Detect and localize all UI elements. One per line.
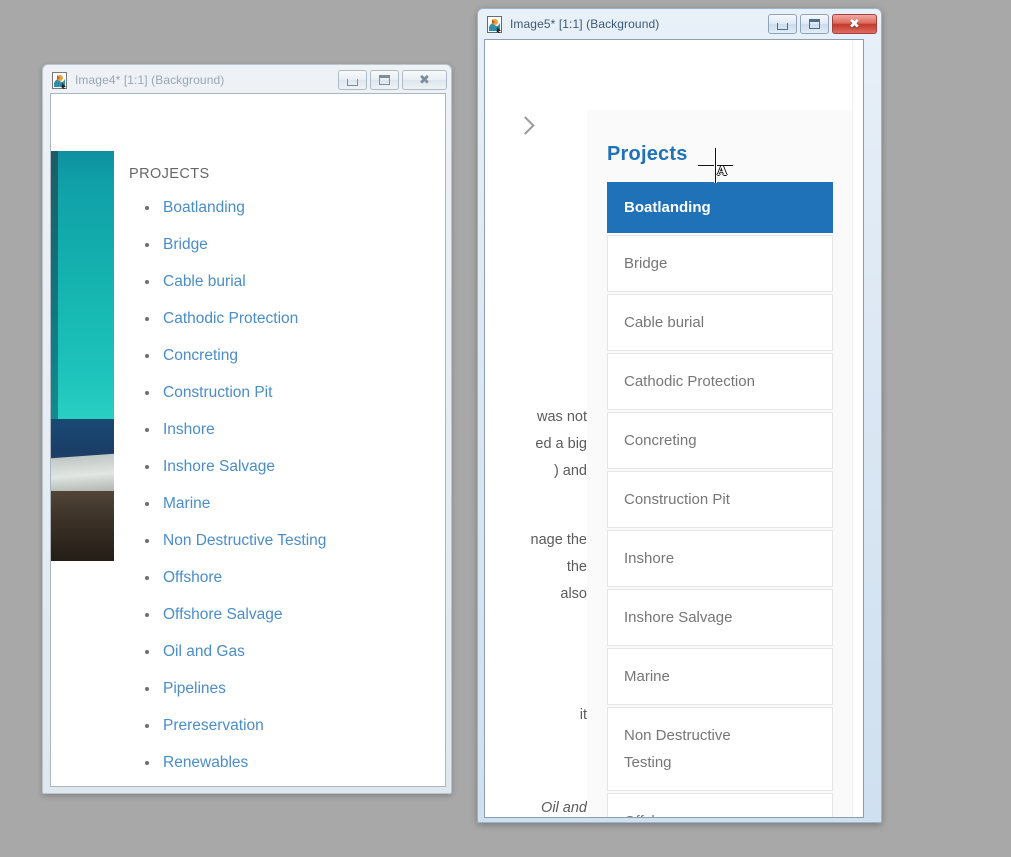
project-link[interactable]: Offshore <box>163 569 222 586</box>
list-item[interactable]: Bridge <box>129 226 435 263</box>
list-item[interactable]: Prereservation <box>129 707 435 744</box>
list-item[interactable]: Offshore <box>607 793 833 817</box>
close-icon: ✖ <box>419 72 430 88</box>
project-card-label: Construction Pit <box>624 491 730 508</box>
right-left-column: was not ed a big ) and nage the the also… <box>485 40 587 817</box>
list-item[interactable]: Inshore Salvage <box>607 589 833 646</box>
maximize-button[interactable] <box>800 14 829 34</box>
panel-title: Projects <box>607 143 688 165</box>
clipped-paragraph: Oil and <box>541 800 587 816</box>
close-icon: ✖ <box>849 16 860 32</box>
photo-rock-band <box>51 491 114 561</box>
project-link[interactable]: Pipelines <box>163 680 226 697</box>
project-link[interactable]: Oil and Gas <box>163 643 245 660</box>
maximize-icon <box>379 75 390 85</box>
project-link[interactable]: Marine <box>163 495 210 512</box>
project-card-label: Marine <box>624 668 670 685</box>
project-link[interactable]: Non Destructive Testing <box>163 532 326 549</box>
list-item-selected[interactable]: Boatlanding <box>607 182 833 233</box>
project-card-label: Offshore <box>624 813 681 817</box>
list-item[interactable]: Boatlanding <box>129 189 435 226</box>
hero-photo-image <box>51 151 114 561</box>
project-card-label: Concreting <box>624 432 697 449</box>
maximize-icon <box>809 19 820 29</box>
titlebar-image4[interactable]: Image4* [1:1] (Background) ✖ <box>43 65 451 95</box>
minimize-icon <box>777 23 788 30</box>
projects-panel: Projects Boatlanding Bridge Cable burial… <box>587 110 853 817</box>
list-item[interactable]: Cathodic Protection <box>607 353 833 410</box>
list-item[interactable]: Non Destructive Testing <box>607 707 833 791</box>
project-link[interactable]: Concreting <box>163 347 238 364</box>
left-webpage-capture: PROJECTS Boatlanding Bridge Cable burial… <box>51 94 445 786</box>
window-image4[interactable]: Image4* [1:1] (Background) ✖ PROJECTS Bo… <box>42 64 452 794</box>
project-card-label: Inshore <box>624 550 675 567</box>
list-item[interactable]: Marine <box>607 648 833 705</box>
list-item[interactable]: Rope accesss <box>129 781 435 786</box>
project-link[interactable]: Renewables <box>163 754 248 771</box>
minimize-icon <box>347 79 358 86</box>
close-button[interactable]: ✖ <box>402 70 447 90</box>
left-content: PROJECTS Boatlanding Bridge Cable burial… <box>129 166 435 786</box>
page-scrollbar[interactable] <box>852 40 863 817</box>
project-card-label: Non Destructive Testing <box>624 727 731 771</box>
project-link[interactable]: Cathodic Protection <box>163 310 298 327</box>
list-item[interactable]: Construction Pit <box>607 471 833 528</box>
list-item[interactable]: Cable burial <box>129 263 435 300</box>
gimp-image-icon <box>486 15 503 34</box>
list-item[interactable]: Oil and Gas <box>129 633 435 670</box>
project-card-label: Inshore Salvage <box>624 609 733 626</box>
minimize-button[interactable] <box>338 70 367 90</box>
window-controls-image4: ✖ <box>335 70 447 90</box>
project-link[interactable]: Inshore <box>163 421 215 438</box>
project-link[interactable]: Construction Pit <box>163 384 272 401</box>
list-item[interactable]: Non Destructive Testing <box>129 522 435 559</box>
window-title-image4: Image4* [1:1] (Background) <box>75 73 225 87</box>
project-link[interactable]: Prereservation <box>163 717 264 734</box>
project-link-list: Boatlanding Bridge Cable burial Cathodic… <box>129 189 435 786</box>
list-item[interactable]: Concreting <box>129 337 435 374</box>
right-webpage-capture: was not ed a big ) and nage the the also… <box>485 40 863 817</box>
titlebar-image5[interactable]: Image5* [1:1] (Background) ✖ <box>478 9 881 39</box>
gimp-image-icon <box>51 71 68 90</box>
canvas-image4[interactable]: PROJECTS Boatlanding Bridge Cable burial… <box>50 93 446 787</box>
project-link[interactable]: Cable burial <box>163 273 246 290</box>
list-item[interactable]: Concreting <box>607 412 833 469</box>
list-item[interactable]: Pipelines <box>129 670 435 707</box>
photo-wall-edge <box>51 151 58 423</box>
clipped-paragraph: was not ed a big ) and <box>535 409 587 479</box>
list-item[interactable]: Cable burial <box>607 294 833 351</box>
page-title: PROJECTS <box>129 166 210 182</box>
list-item[interactable]: Construction Pit <box>129 374 435 411</box>
minimize-button[interactable] <box>768 14 797 34</box>
clipped-paragraph: nage the the also <box>530 532 587 602</box>
project-card-label: Cable burial <box>624 314 705 331</box>
list-item[interactable]: Marine <box>129 485 435 522</box>
project-link[interactable]: Offshore Salvage <box>163 606 282 623</box>
list-item[interactable]: Renewables <box>129 744 435 781</box>
list-item[interactable]: Inshore Salvage <box>129 448 435 485</box>
window-image5[interactable]: Image5* [1:1] (Background) ✖ was not ed … <box>477 8 882 823</box>
list-item[interactable]: Offshore <box>129 559 435 596</box>
close-button[interactable]: ✖ <box>832 14 877 34</box>
list-item[interactable]: Offshore Salvage <box>129 596 435 633</box>
project-card-label: Cathodic Protection <box>624 373 755 390</box>
list-item[interactable]: Inshore <box>129 411 435 448</box>
maximize-button[interactable] <box>370 70 399 90</box>
project-link[interactable]: Boatlanding <box>163 199 245 216</box>
clipped-paragraph: it <box>579 707 587 723</box>
project-link[interactable]: Inshore Salvage <box>163 458 275 475</box>
chevron-right-icon[interactable] <box>516 116 536 136</box>
window-title-image5: Image5* [1:1] (Background) <box>510 17 660 31</box>
project-card-label: Boatlanding <box>624 199 711 216</box>
list-item[interactable]: Cathodic Protection <box>129 300 435 337</box>
project-card-label: Bridge <box>624 255 668 272</box>
canvas-image5[interactable]: was not ed a big ) and nage the the also… <box>484 39 864 818</box>
list-item[interactable]: Inshore <box>607 530 833 587</box>
project-link[interactable]: Bridge <box>163 236 208 253</box>
list-item[interactable]: Bridge <box>607 235 833 292</box>
projects-card-list: Boatlanding Bridge Cable burial Cathodic… <box>587 166 853 817</box>
window-controls-image5: ✖ <box>765 14 877 34</box>
